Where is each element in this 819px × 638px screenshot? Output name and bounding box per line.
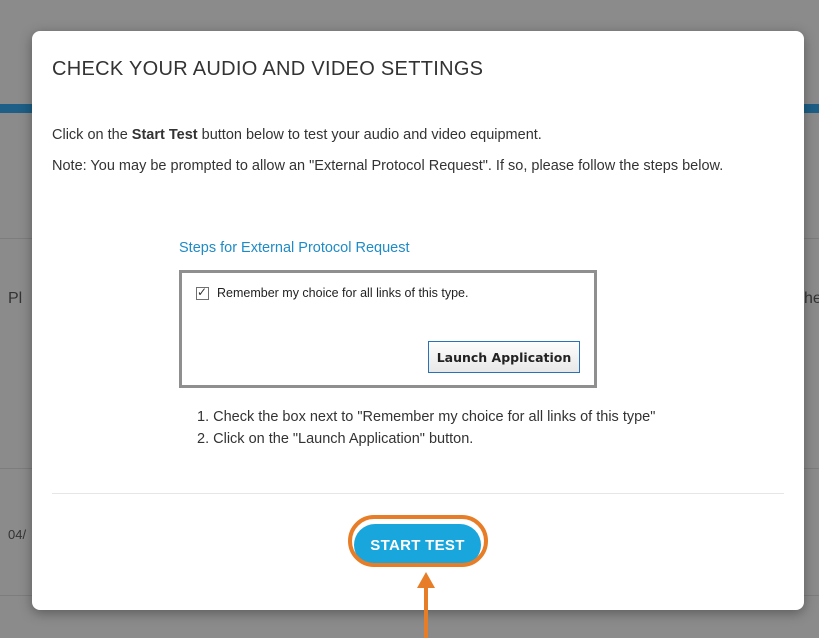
steps-title: Steps for External Protocol Request — [179, 240, 410, 256]
check-icon: ✓ — [197, 284, 208, 299]
note-text: Note: You may be prompted to allow an "E… — [52, 158, 724, 174]
intro-suffix: button below to test your audio and vide… — [197, 127, 542, 143]
background-text-right: he — [804, 290, 819, 307]
instruction-list: 1. Check the box next to "Remember my ch… — [197, 406, 655, 450]
intro-text: Click on the Start Test button below to … — [52, 124, 784, 146]
modal-title: CHECK YOUR AUDIO AND VIDEO SETTINGS — [52, 58, 484, 80]
background-text-left: Pl — [8, 290, 23, 307]
remember-choice-checkbox: ✓ — [196, 284, 209, 300]
intro-prefix: Click on the — [52, 127, 132, 143]
annotation-arrow-shaft — [424, 586, 428, 638]
launch-application-button: Launch Application — [428, 341, 580, 373]
audio-video-settings-modal: CHECK YOUR AUDIO AND VIDEO SETTINGS Clic… — [32, 31, 804, 610]
modal-body: Click on the Start Test button below to … — [52, 124, 784, 186]
modal-footer-divider — [52, 493, 784, 494]
instruction-item: 1. Check the box next to "Remember my ch… — [197, 409, 656, 425]
instruction-item: 2. Click on the "Launch Application" but… — [197, 431, 474, 447]
intro-bold: Start Test — [131, 127, 198, 143]
remember-choice-label: Remember my choice for all links of this… — [217, 286, 469, 300]
external-protocol-example: ✓ Remember my choice for all links of th… — [179, 270, 597, 388]
start-test-button[interactable]: START TEST — [354, 524, 481, 566]
remember-choice-row: ✓ Remember my choice for all links of th… — [196, 284, 469, 300]
background-date-fragment: 04/ — [8, 527, 27, 542]
